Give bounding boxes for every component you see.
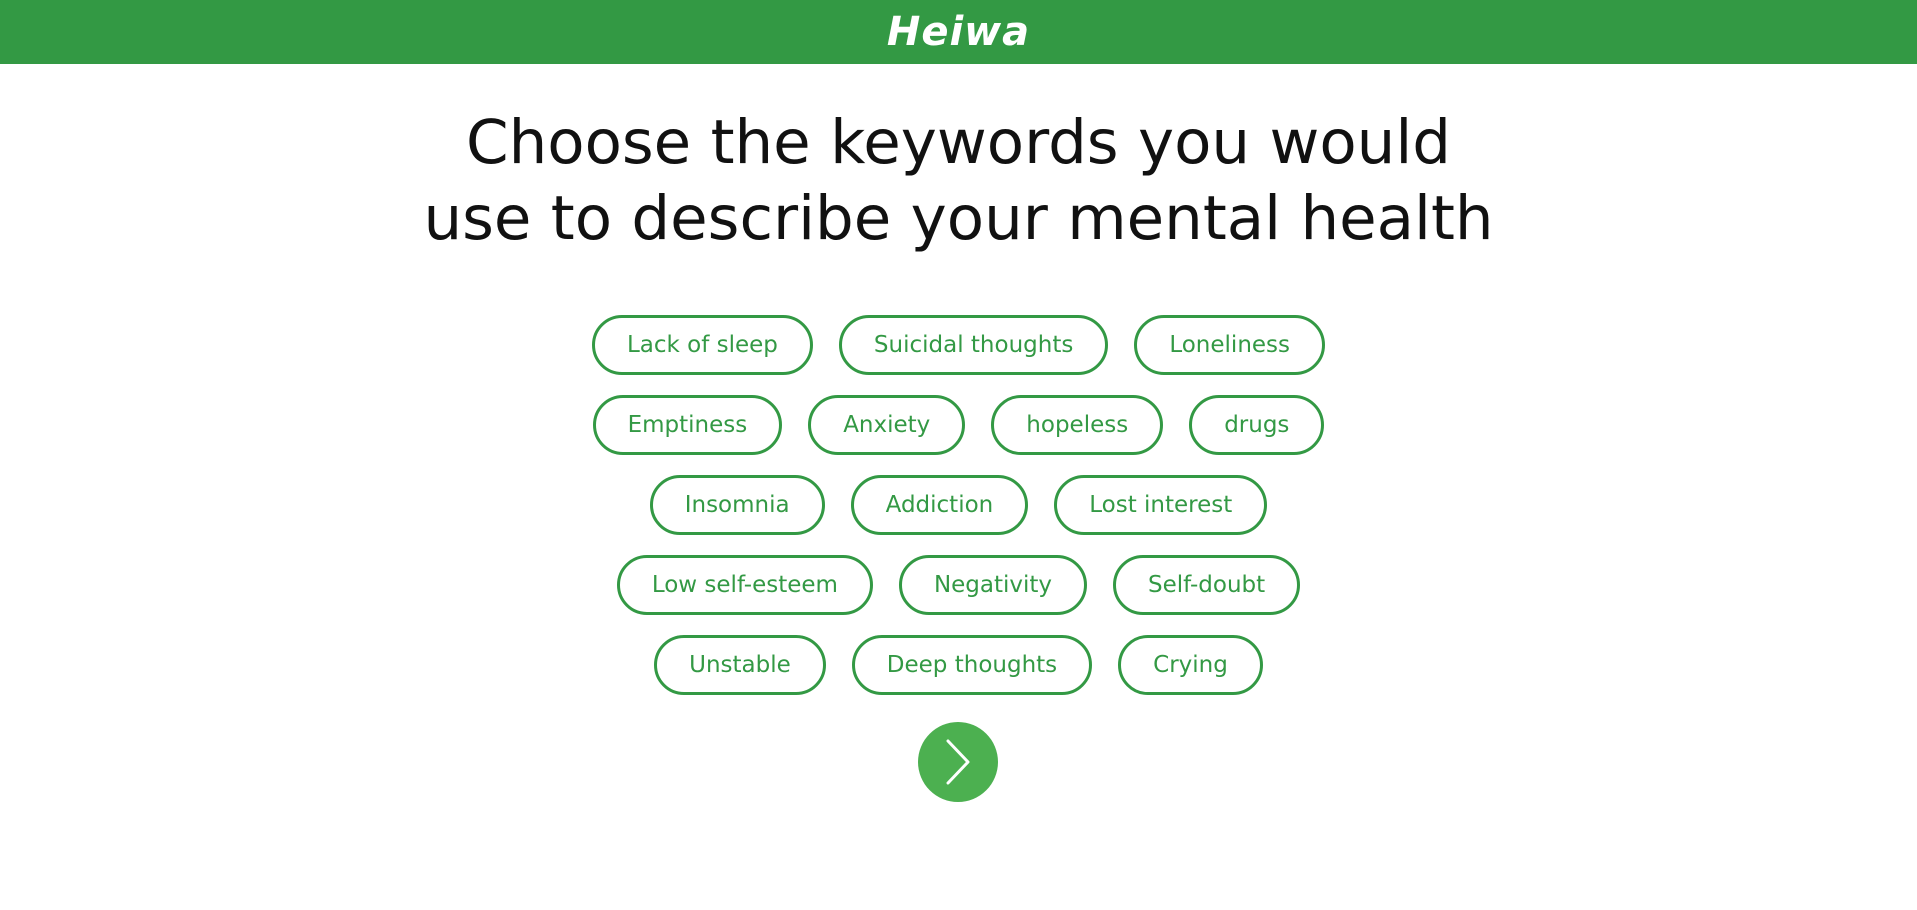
page-title-line-2: use to describe your mental health [423, 183, 1494, 254]
keyword-chip[interactable]: Addiction [850, 475, 1029, 535]
keyword-chip[interactable]: Lost interest [1054, 475, 1268, 535]
keyword-chip[interactable]: Crying [1118, 635, 1263, 695]
keyword-chip[interactable]: hopeless [991, 395, 1164, 455]
keyword-chip[interactable]: drugs [1189, 395, 1325, 455]
keyword-chip[interactable]: Deep thoughts [851, 635, 1093, 695]
keyword-list: Lack of sleep Suicidal thoughts Loneline… [0, 315, 1917, 715]
keyword-chip[interactable]: Low self-esteem [616, 555, 873, 615]
keyword-chip[interactable]: Insomnia [649, 475, 825, 535]
keyword-chip[interactable]: Loneliness [1134, 315, 1326, 375]
keyword-row: Lack of sleep Suicidal thoughts Loneline… [0, 315, 1917, 375]
brand-logo: Heiwa [886, 9, 1031, 55]
keyword-row: Unstable Deep thoughts Crying [0, 635, 1917, 695]
keyword-row: Emptiness Anxiety hopeless drugs [0, 395, 1917, 455]
keyword-chip[interactable]: Unstable [654, 635, 826, 695]
page-title: Choose the keywords you would use to des… [0, 105, 1917, 257]
chevron-right-icon [946, 739, 970, 785]
keyword-row: Insomnia Addiction Lost interest [0, 475, 1917, 535]
next-button[interactable] [918, 722, 998, 802]
keyword-chip[interactable]: Anxiety [808, 395, 966, 455]
keyword-row: Low self-esteem Negativity Self-doubt [0, 555, 1917, 615]
keyword-chip[interactable]: Emptiness [592, 395, 783, 455]
keyword-chip[interactable]: Lack of sleep [591, 315, 813, 375]
keyword-chip[interactable]: Self-doubt [1113, 555, 1301, 615]
page-title-line-1: Choose the keywords you would [466, 107, 1451, 178]
top-bar: Heiwa [0, 0, 1917, 64]
keyword-chip[interactable]: Suicidal thoughts [838, 315, 1109, 375]
keyword-chip[interactable]: Negativity [898, 555, 1088, 615]
